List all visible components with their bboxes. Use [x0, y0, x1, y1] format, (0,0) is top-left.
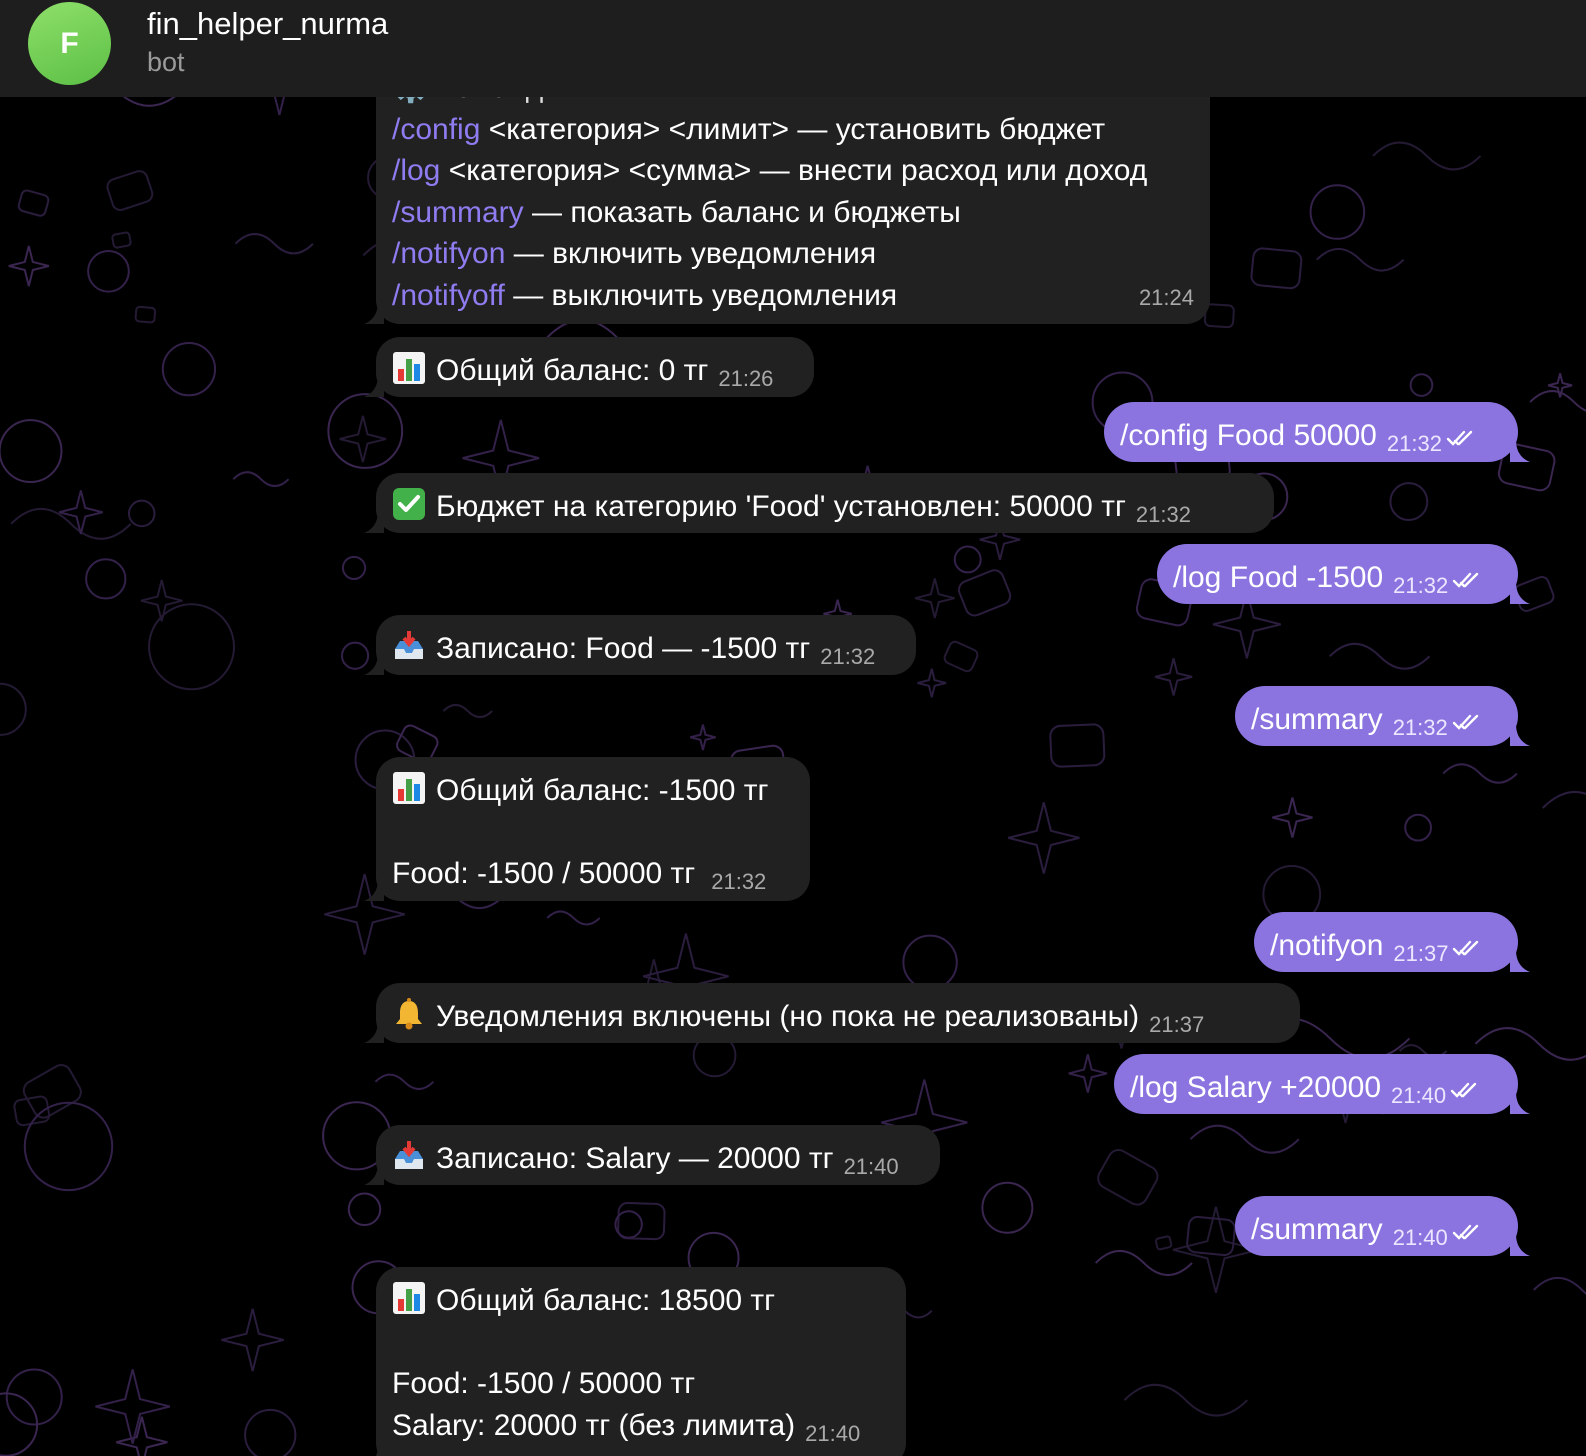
message-time: 21:24	[1138, 284, 1194, 310]
command-line: /notifyoff — выключить уведомления 21:24	[392, 275, 1194, 317]
message-budget-set: Бюджет на категорию 'Food' установлен: 5…	[376, 473, 1274, 533]
command-description: <категория> <сумма> — внести расход или …	[440, 154, 1148, 187]
message-time: 21:40	[805, 1420, 861, 1446]
message-text: Уведомления включены (но пока не реализо…	[436, 1000, 1140, 1033]
chat-subtitle: bot	[147, 47, 185, 77]
message-text: Общий баланс: 0 тг	[436, 354, 709, 387]
message-text: /notifyon	[1270, 929, 1384, 962]
message-time: 21:32	[1392, 715, 1448, 740]
message-outgoing-log-salary: /log Salary +20000 21:40	[1114, 1054, 1518, 1114]
message-time: 21:37	[1149, 1012, 1205, 1037]
budget-line-salary: Salary: 20000 тг (без лимита)	[392, 1408, 796, 1442]
command-line: /notifyon — включить уведомления	[392, 233, 1194, 275]
message-outgoing-summary: /summary 21:32	[1235, 686, 1518, 746]
message-time: 21:32	[1386, 431, 1442, 456]
message-balance: Общий баланс: 0 тг 21:26	[376, 337, 814, 397]
message-text: Записано: Salary — 20000 тг	[436, 1142, 834, 1175]
read-checkmarks-icon	[1453, 572, 1479, 588]
budget-line-food: Food: -1500 / 50000 тг	[392, 1367, 696, 1400]
read-checkmarks-icon	[1453, 940, 1479, 956]
inbox-tray-emoji-icon	[395, 1141, 423, 1169]
message-time: 21:32	[711, 869, 767, 894]
message-list[interactable]: ⚙️ Команды: /config <категория> <лимит> …	[0, 97, 1586, 1456]
command-link-log[interactable]: /log	[392, 154, 440, 187]
command-link-summary[interactable]: /summary	[392, 196, 524, 229]
bar-chart-emoji-icon	[393, 1282, 425, 1314]
command-line: /log <категория> <сумма> — внести расход…	[392, 150, 1194, 192]
message-text: /config Food 50000	[1120, 419, 1377, 452]
message-summary-2: Общий баланс: 18500 тг Food: -1500 / 500…	[376, 1267, 906, 1456]
message-summary: Общий баланс: -1500 тг Food: -1500 / 500…	[376, 757, 810, 901]
message-partial-line: ⚙️ Команды:	[392, 97, 1194, 109]
read-checkmarks-icon	[1450, 1082, 1477, 1098]
command-description: — показать баланс и бюджеты	[523, 195, 961, 229]
bell-emoji-icon	[396, 998, 422, 1030]
command-link-notifyon[interactable]: /notifyon	[392, 237, 505, 270]
read-checkmarks-icon	[1452, 714, 1478, 730]
balance-text: Общий баланс: 18500 тг	[436, 1284, 776, 1317]
avatar[interactable]: F	[28, 2, 111, 85]
message-text-line: Food: -1500 / 50000 тг 21:32	[392, 853, 794, 903]
message-text: Записано: Food — -1500 тг	[436, 632, 811, 665]
bar-chart-emoji-icon	[393, 772, 425, 804]
message-recorded: Записано: Food — -1500 тг 21:32	[376, 615, 916, 675]
check-mark-emoji-icon	[393, 488, 425, 520]
command-description: — включить уведомления	[505, 237, 877, 270]
message-notifications-on: Уведомления включены (но пока не реализо…	[376, 983, 1300, 1043]
message-text-line: Общий баланс: 18500 тг	[392, 1280, 890, 1322]
message-time: 21:26	[718, 366, 774, 391]
message-time: 21:40	[843, 1154, 899, 1179]
budget-line-food: Food: -1500 / 50000 тг	[392, 857, 696, 890]
message-text: /summary	[1251, 1213, 1383, 1246]
command-description: <категория> <лимит> — установить бюджет	[480, 112, 1106, 146]
message-recorded-salary: Записано: Salary — 20000 тг 21:40	[376, 1125, 940, 1185]
chat-header: F fin_helper_nurma bot	[0, 0, 1586, 97]
message-text: Бюджет на категорию 'Food' установлен: 5…	[436, 490, 1126, 523]
bar-chart-emoji-icon	[393, 352, 425, 384]
message-text: /summary	[1251, 703, 1383, 736]
chat-title[interactable]: fin_helper_nurma	[147, 6, 388, 42]
message-outgoing-notifyon: /notifyon 21:37	[1254, 912, 1518, 972]
inbox-tray-emoji-icon	[395, 631, 423, 659]
balance-text: Общий баланс: -1500 тг	[436, 774, 769, 807]
read-checkmarks-icon	[1452, 1224, 1478, 1240]
command-link-config[interactable]: /config	[392, 113, 480, 146]
message-time: 21:32	[1393, 573, 1449, 598]
message-outgoing-config: /config Food 50000 21:32	[1104, 402, 1518, 462]
message-time: 21:37	[1393, 941, 1449, 966]
command-description: — выключить уведомления	[504, 278, 898, 312]
command-link-notifyoff[interactable]: /notifyoff	[392, 279, 505, 312]
message-text-line: Salary: 20000 тг (без лимита) 21:40	[392, 1405, 890, 1455]
message-time: 21:40	[1391, 1083, 1447, 1108]
command-line: /summary — показать баланс и бюджеты	[392, 192, 1194, 234]
message-time: 21:32	[1135, 502, 1191, 527]
message-time: 21:32	[820, 644, 876, 669]
message-outgoing-summary-2: /summary 21:40	[1235, 1196, 1518, 1256]
message-time: 21:40	[1392, 1225, 1448, 1250]
message-commands: ⚙️ Команды: /config <категория> <лимит> …	[376, 97, 1210, 324]
command-line: /config <категория> <лимит> — установить…	[392, 109, 1194, 151]
message-text-line: Общий баланс: -1500 тг	[392, 770, 794, 812]
message-outgoing-log: /log Food -1500 21:32	[1157, 544, 1518, 604]
message-text: /log Food -1500	[1173, 561, 1384, 594]
message-text: /log Salary +20000	[1130, 1071, 1382, 1104]
read-checkmarks-icon	[1446, 430, 1473, 446]
